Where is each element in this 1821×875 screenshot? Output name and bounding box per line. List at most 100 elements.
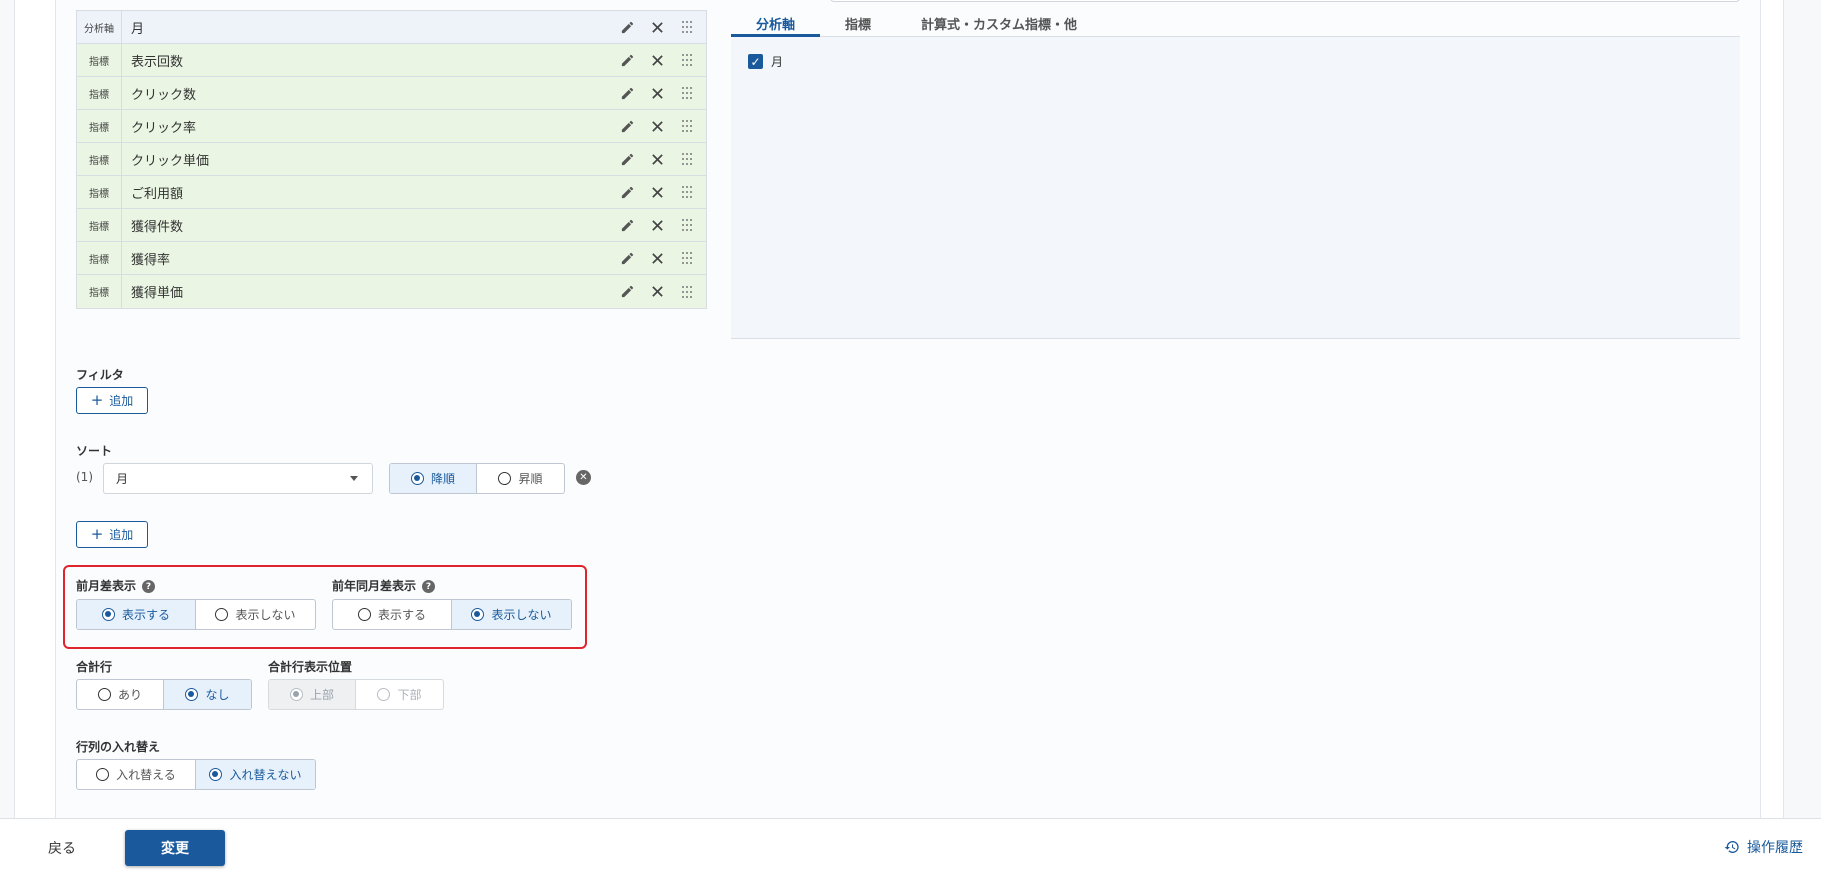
sort-desc-label: 降順 [430,472,455,486]
pencil-icon[interactable] [616,181,638,203]
change-button[interactable]: 変更 [125,830,225,866]
transpose-off-option[interactable]: 入れ替えない [196,760,315,789]
drag-handle-icon[interactable] [676,214,698,236]
drag-handle-icon[interactable] [676,181,698,203]
add-sort-label: 追加 [109,528,134,542]
sort-asc-label: 昇順 [518,472,543,486]
row-label: 獲得単価 [131,286,184,301]
pencil-icon[interactable] [616,281,638,303]
prev-year-group: 表示する 表示しない [332,599,572,630]
radio-icon [377,688,391,701]
table-row[interactable]: 指標 クリック数 [77,77,706,110]
table-row[interactable]: 指標 獲得率 [77,242,706,275]
metrics-table: 分析軸 月 指標 表示回数 指標 クリック数 指標 クリック率 指標 クリック単… [76,10,707,309]
pencil-icon[interactable] [616,115,638,137]
add-filter-label: 追加 [109,394,134,408]
tab-metrics[interactable]: 指標 [820,8,896,37]
prev-year-hide-option[interactable]: 表示しない [452,600,571,629]
prev-year-show-option[interactable]: 表示する [333,600,452,629]
transpose-title: 行列の入れ替え [76,740,161,754]
total-row-group: あり なし [76,679,252,710]
close-icon[interactable] [646,82,668,104]
prev-month-hide-option[interactable]: 表示しない [196,600,315,629]
row-tag: 指標 [77,242,122,274]
drag-handle-icon[interactable] [676,148,698,170]
radio-icon [185,688,199,701]
close-icon[interactable] [646,281,668,303]
drag-handle-icon[interactable] [676,281,698,303]
sort-field-select[interactable]: 月 [103,463,373,494]
close-icon[interactable] [646,49,668,71]
close-icon[interactable] [646,214,668,236]
tab-formula-custom[interactable]: 計算式・カスタム指標・他 [896,8,1102,37]
checkbox-checked-icon[interactable]: ✓ [748,54,763,69]
pencil-icon[interactable] [616,148,638,170]
drag-handle-icon[interactable] [676,49,698,71]
pencil-icon[interactable] [616,247,638,269]
row-label: 獲得件数 [131,219,184,235]
drag-handle-icon[interactable] [676,82,698,104]
drag-handle-icon[interactable] [676,16,698,38]
pencil-icon[interactable] [616,82,638,104]
close-icon[interactable] [646,115,668,137]
prev-month-title-text: 前月差表示 [76,579,137,593]
total-position-top-option: 上部 [269,680,356,709]
search-input-edge[interactable] [830,0,1740,2]
table-row[interactable]: 指標 クリック率 [77,110,706,143]
radio-icon [357,608,371,621]
pencil-icon[interactable] [616,16,638,38]
pencil-icon[interactable] [616,214,638,236]
row-tag: 指標 [77,110,122,142]
prev-month-hide-label: 表示しない [235,608,296,622]
total-row-title: 合計行 [76,660,113,674]
table-row[interactable]: 指標 表示回数 [77,44,706,77]
row-tag: 指標 [77,44,122,76]
table-row[interactable]: 指標 クリック単価 [77,143,706,176]
prev-month-show-option[interactable]: 表示する [77,600,196,629]
row-label: クリック単価 [131,153,210,169]
sort-asc-option[interactable]: 昇順 [477,464,564,493]
drag-handle-icon[interactable] [676,247,698,269]
row-label: 月 [131,21,145,37]
axis-option-month[interactable]: ✓ 月 [748,53,783,70]
prev-year-title-text: 前年同月差表示 [332,579,417,593]
checkbox-label: 月 [771,55,784,69]
row-label: クリック率 [131,120,197,136]
total-row-on-label: あり [117,688,142,702]
radio-icon [289,688,303,701]
back-link[interactable]: 戻る [48,838,76,858]
close-icon[interactable] [646,148,668,170]
remove-sort-icon[interactable]: ✕ [576,470,591,485]
table-row[interactable]: 指標 獲得単価 [77,275,706,308]
radio-icon [96,768,110,781]
selector-tabs: 分析軸 指標 計算式・カスタム指標・他 [731,8,1740,37]
pencil-icon[interactable] [616,49,638,71]
total-row-on-option[interactable]: あり [77,680,164,709]
transpose-on-option[interactable]: 入れ替える [77,760,196,789]
total-row-off-option[interactable]: なし [164,680,251,709]
prev-year-hide-label: 表示しない [491,608,552,622]
close-icon[interactable] [646,247,668,269]
close-icon[interactable] [646,181,668,203]
sort-desc-option[interactable]: 降順 [390,464,477,493]
help-icon[interactable]: ? [422,580,436,593]
tab-axis[interactable]: 分析軸 [731,8,821,37]
help-icon[interactable]: ? [142,580,156,593]
history-link[interactable]: 操作履歴 [1724,837,1803,857]
transpose-group: 入れ替える 入れ替えない [76,759,316,790]
table-row[interactable]: 分析軸 月 [77,11,706,44]
add-filter-button[interactable]: + 追加 [76,387,148,414]
row-tag: 指標 [77,275,122,308]
table-row[interactable]: 指標 ご利用額 [77,176,706,209]
add-sort-button[interactable]: + 追加 [76,521,148,548]
history-icon [1724,841,1739,853]
caret-down-icon [350,476,358,481]
table-row[interactable]: 指標 獲得件数 [77,209,706,242]
transpose-off-label: 入れ替えない [229,768,302,782]
total-position-group: 上部 下部 [268,679,444,710]
drag-handle-icon[interactable] [676,115,698,137]
close-icon[interactable] [646,16,668,38]
prev-year-show-label: 表示する [377,608,426,622]
radio-icon [215,608,229,621]
radio-icon [97,688,111,701]
